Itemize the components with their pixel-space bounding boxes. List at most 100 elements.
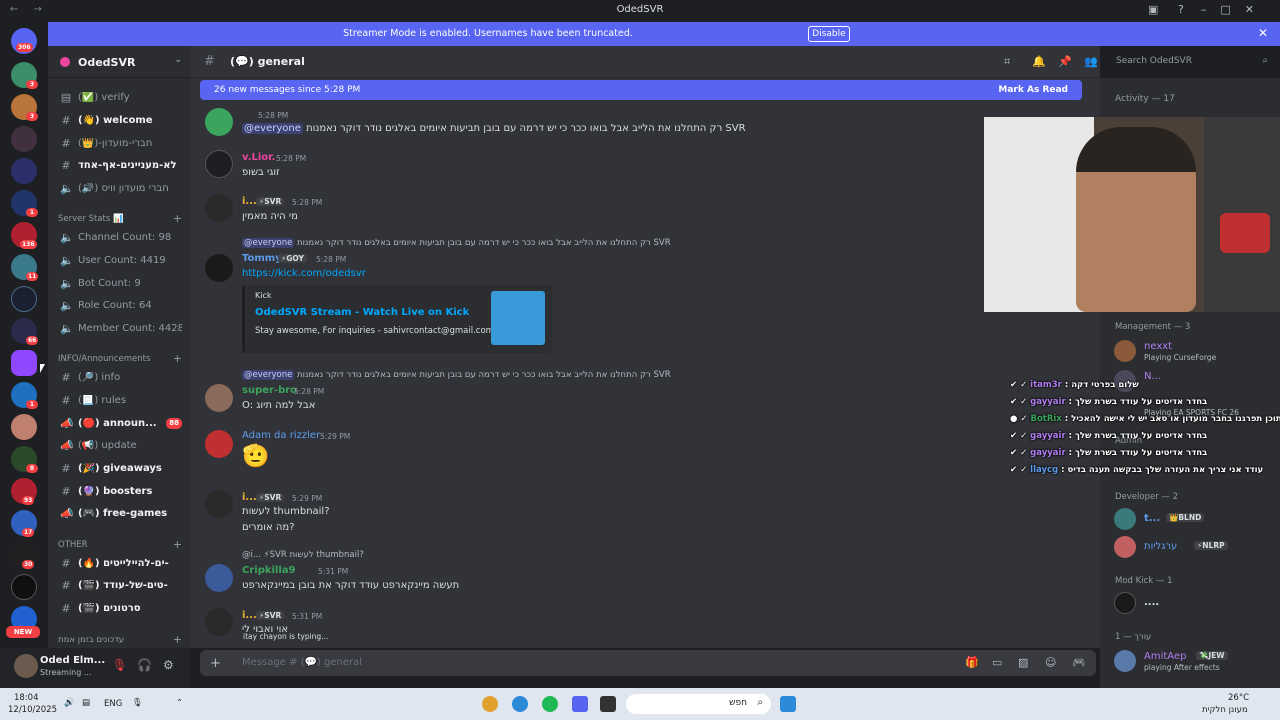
- server-header[interactable]: OdedSVR ⌄: [48, 46, 190, 78]
- channel-item[interactable]: # (🔎) info: [54, 368, 184, 388]
- gear-icon[interactable]: ⚙: [163, 658, 174, 672]
- avatar[interactable]: [205, 254, 233, 282]
- sticker-icon[interactable]: ▨: [1018, 656, 1028, 669]
- weather-desc[interactable]: מעונן חלקית: [1202, 705, 1248, 715]
- channel-item[interactable]: # (🎬) סרטונים: [54, 599, 184, 619]
- avatar[interactable]: [205, 490, 233, 518]
- channel-item[interactable]: # (🔮) boosters: [54, 482, 184, 502]
- language-indicator[interactable]: ENG: [104, 699, 122, 709]
- channel-item[interactable]: # (🎬) טים-של-עודד-: [54, 576, 184, 596]
- avatar[interactable]: [205, 108, 233, 136]
- mention[interactable]: @everyone: [242, 370, 295, 380]
- message-link[interactable]: https://kick.com/odedsvr: [242, 268, 366, 279]
- reply-preview[interactable]: @everyone רק התחלנו את הלייב אבל בואו ככ…: [242, 238, 671, 248]
- avatar[interactable]: [205, 150, 233, 178]
- chevron-up-icon[interactable]: ⌃: [176, 698, 183, 708]
- author-name[interactable]: Cripkilla9: [242, 565, 296, 576]
- server-icon[interactable]: [11, 126, 37, 152]
- windows-start-icon[interactable]: [780, 696, 796, 712]
- voice-channel-item[interactable]: 🔈 (🔊) חברי מועדון וויס: [54, 179, 184, 199]
- chevron-down-icon[interactable]: ⌄: [174, 55, 182, 65]
- member-item[interactable]: t... 👑BLND: [1114, 508, 1274, 534]
- author-name[interactable]: super-bro: [242, 385, 297, 396]
- embed-title[interactable]: OdedSVR Stream - Watch Live on Kick: [255, 307, 469, 318]
- mic-icon[interactable]: 🎙: [132, 698, 143, 708]
- spotify-icon[interactable]: [542, 696, 558, 712]
- stat-channel[interactable]: 🔈 Bot Count: 9: [54, 274, 184, 294]
- server-icon[interactable]: [11, 414, 37, 440]
- plus-icon[interactable]: +: [173, 352, 182, 365]
- reply-preview[interactable]: @everyone רק התחלנו את הלייב אבל בואו ככ…: [242, 370, 671, 380]
- avatar[interactable]: [205, 194, 233, 222]
- volume-icon[interactable]: 🔊: [64, 698, 75, 708]
- author-name[interactable]: i...: [242, 610, 257, 621]
- avatar[interactable]: [205, 384, 233, 412]
- plus-icon[interactable]: +: [173, 212, 182, 225]
- stat-channel[interactable]: 🔈 Member Count: 4428: [54, 319, 184, 339]
- new-messages-bar[interactable]: 26 new messages since 5:28 PM Mark As Re…: [200, 80, 1082, 100]
- channel-item[interactable]: # לא-מעניינים-אף-אחד: [54, 156, 184, 176]
- channel-item[interactable]: # (🎉) giveaways: [54, 459, 184, 479]
- stat-channel[interactable]: 🔈 Role Count: 64: [54, 296, 184, 316]
- stat-channel[interactable]: 🔈 User Count: 4419: [54, 251, 184, 271]
- twitch-icon[interactable]: [11, 350, 37, 376]
- avatar[interactable]: [205, 608, 233, 636]
- clock-date[interactable]: 12/10/2025: [8, 705, 57, 715]
- mark-as-read-button[interactable]: Mark As Read: [998, 85, 1068, 95]
- member-item[interactable]: ....: [1114, 592, 1274, 618]
- gift-icon[interactable]: 🎁: [965, 656, 979, 669]
- apps-icon[interactable]: 🎮: [1072, 656, 1086, 669]
- server-icon[interactable]: [11, 286, 37, 312]
- members-icon[interactable]: 👥: [1084, 55, 1098, 68]
- weather-temp[interactable]: 26°C: [1228, 693, 1249, 703]
- app-icon[interactable]: [482, 696, 498, 712]
- avatar[interactable]: [205, 564, 233, 592]
- member-item[interactable]: AmitAep 💸JEW playing After effects: [1114, 650, 1274, 676]
- avatar[interactable]: [205, 430, 233, 458]
- channel-item[interactable]: # (🔥) ים-להיילייטים-: [54, 554, 184, 574]
- plus-icon[interactable]: +: [173, 633, 182, 646]
- stat-channel[interactable]: 🔈 Channel Count: 98: [54, 228, 184, 248]
- author-name[interactable]: i...: [242, 196, 257, 207]
- mention[interactable]: @everyone: [242, 123, 303, 134]
- plus-icon[interactable]: +: [173, 538, 182, 551]
- server-icon[interactable]: [11, 158, 37, 184]
- author-name[interactable]: Tommy: [242, 253, 282, 264]
- reply-preview[interactable]: @i... ⚡SVR לעשות thumbnail?: [242, 550, 364, 560]
- chrome-icon[interactable]: [512, 696, 528, 712]
- channel-item[interactable]: # (👑)-חברי-מועדון: [54, 134, 184, 154]
- pin-icon[interactable]: 📌: [1058, 55, 1072, 68]
- channel-item[interactable]: 📣 (🎮) free-games: [54, 504, 184, 524]
- member-item[interactable]: nexxt Playing CurseForge: [1114, 340, 1274, 366]
- author-name[interactable]: i...: [242, 492, 257, 503]
- activity-header[interactable]: Activity — 17: [1115, 94, 1175, 104]
- author-name[interactable]: v.Lior.: [242, 152, 275, 163]
- window-controls[interactable]: –□✕: [1201, 3, 1268, 16]
- clock-time[interactable]: 18:04: [14, 693, 39, 703]
- app-icon[interactable]: [600, 696, 616, 712]
- emoji-icon[interactable]: ☺: [1045, 656, 1056, 669]
- avatar[interactable]: [14, 654, 38, 678]
- bell-icon[interactable]: 🔔: [1032, 55, 1046, 68]
- link-embed[interactable]: Kick OdedSVR Stream - Watch Live on Kick…: [242, 285, 552, 353]
- category-header[interactable]: Server Stats 📊 +: [58, 212, 184, 225]
- channel-item[interactable]: 📣 (📢) update: [54, 436, 184, 456]
- search-input[interactable]: Search OdedSVR ⌕: [1110, 52, 1274, 72]
- channel-item[interactable]: 📣 (🔴) announ... 88: [54, 414, 184, 434]
- disable-button[interactable]: Disable: [808, 26, 850, 42]
- embed-thumbnail[interactable]: [491, 291, 545, 345]
- channel-item[interactable]: # (📃) rules: [54, 391, 184, 411]
- member-item[interactable]: ערגליות ⚡NLRP: [1114, 536, 1274, 562]
- channel-item[interactable]: ▤ (✅) verify: [54, 88, 184, 108]
- network-icon[interactable]: ▤: [82, 698, 90, 708]
- mute-icon[interactable]: 🎙: [112, 658, 127, 672]
- deafen-icon[interactable]: 🎧: [137, 658, 152, 672]
- mention[interactable]: @everyone: [242, 238, 295, 248]
- threads-icon[interactable]: ⌗: [1004, 55, 1010, 69]
- inbox-icon[interactable]: ▣: [1148, 3, 1158, 16]
- gif-icon[interactable]: ▭: [992, 656, 1002, 669]
- category-header[interactable]: INFO/Announcements +: [58, 352, 184, 365]
- category-header[interactable]: עדכונים בזמן אמת +: [58, 633, 184, 646]
- taskbar-search[interactable]: חפש ⌕: [626, 694, 771, 714]
- discord-icon[interactable]: [572, 696, 588, 712]
